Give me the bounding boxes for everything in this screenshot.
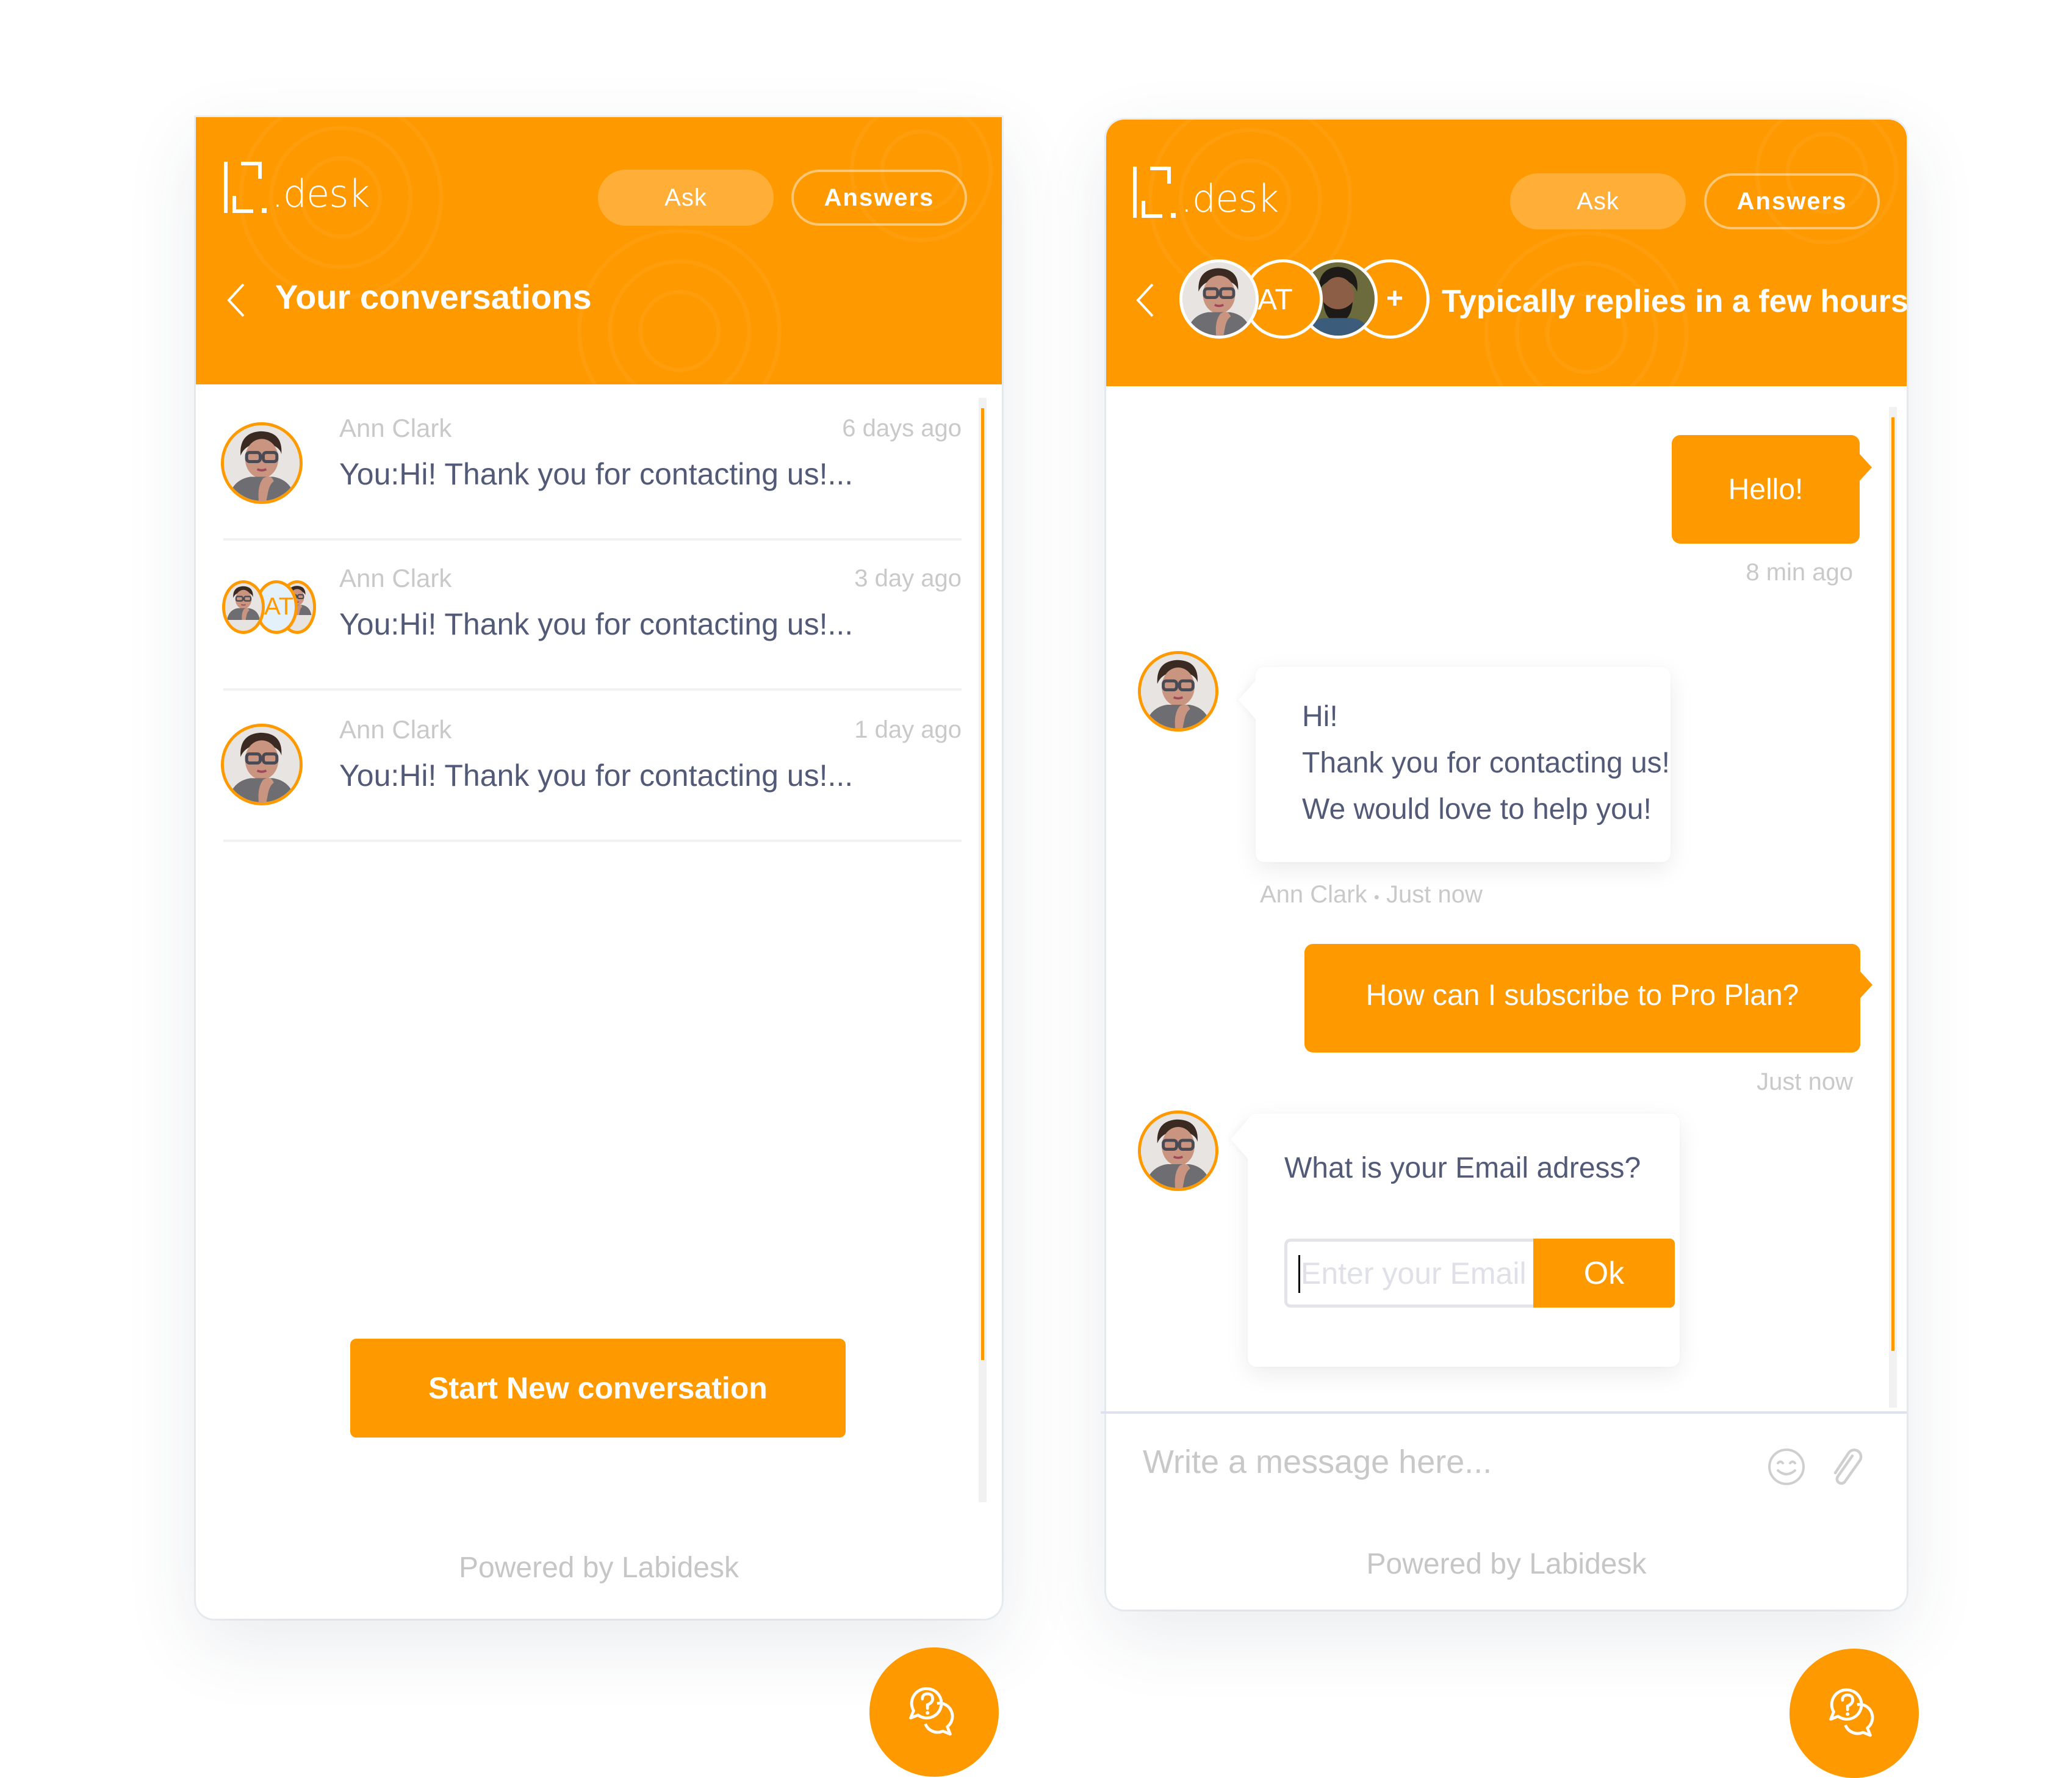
panel-header: .desk Ask Answers Your conversations [196,117,1002,384]
conversation-agent-name: Ann Clark [339,564,452,592]
agent-avatar [1138,651,1218,732]
help-chat-icon [905,1683,963,1741]
avatar-initials-text: AT [264,593,294,620]
bubble-tail [1231,1118,1249,1160]
email-question: What is your Email adress? [1284,1152,1641,1184]
tab-ask[interactable]: Ask [598,170,774,226]
message-time: Just now [1386,881,1483,908]
avatar [221,422,303,504]
message-author: Ann Clark [1260,881,1367,908]
message-time: 8 min ago [1746,559,1853,586]
message-text: Hello! [1728,473,1804,506]
message-line: We would love to help you! [1302,793,1652,826]
message-line: Thank you for contacting us! [1302,747,1670,779]
user-message: Hello! [1672,435,1872,544]
message-text: How can I subscribe to Pro Plan? [1365,979,1799,1012]
tab-ask-label: Ask [1577,187,1619,215]
more-agents-symbol: + [1386,283,1404,315]
meta-separator: • [1373,888,1380,906]
bubble-tail [1239,679,1257,721]
powered-by: Powered by Labidesk [459,1552,739,1584]
chevron-left-icon[interactable] [1133,282,1157,319]
scrollbar-thumb[interactable] [981,408,984,1360]
message-meta: Ann Clark • Just now [1260,881,1483,909]
bubble-tail [1858,453,1872,482]
reply-time-status: Typically replies in a few hours [1442,284,1907,319]
agent-message: Hi! Thank you for contacting us! We woul… [1239,667,1671,862]
tab-answers-label: Answers [824,184,935,211]
conversations-panel: .desk Ask Answers Your conversations Ann… [196,117,1002,1619]
tab-answers-label: Answers [1736,187,1847,215]
scrollbar-thumb[interactable] [1891,417,1894,1351]
message-input[interactable] [1143,1438,1753,1486]
labidesk-logo: .desk [1133,167,1279,221]
email-submit-label: Ok [1583,1255,1625,1291]
tab-answers[interactable]: Answers [791,170,967,226]
conversation-time: 1 day ago [854,716,962,743]
scrollbar[interactable] [979,398,987,1502]
message-time: Just now [1757,1068,1853,1095]
panel-header: .desk Ask Answers + AT Typically replies… [1106,120,1907,386]
powered-by: Powered by Labidesk [1366,1548,1647,1580]
conversation-item[interactable]: Ann Clark 6 days ago You:Hi! Thank you f… [221,391,962,541]
tab-ask-label: Ask [664,184,707,211]
conversation-time: 6 days ago [842,415,962,442]
conversation-item[interactable]: Ann Clark 1 day ago You:Hi! Thank you fo… [221,692,962,842]
email-input[interactable] [1287,1242,1533,1305]
chat-launcher-button[interactable] [869,1647,999,1777]
conversation-agent-name: Ann Clark [339,414,452,442]
chat-launcher-button[interactable] [1790,1649,1919,1778]
emoji-icon[interactable] [1767,1447,1806,1486]
help-chat-icon [1825,1684,1883,1743]
avatar [222,580,265,634]
conversation-preview: You:Hi! Thank you for contacting us!... [339,758,854,793]
chat-panel: .desk Ask Answers + AT Typically replies… [1101,120,1907,1610]
start-new-conversation-label: Start New conversation [428,1371,768,1405]
labidesk-logo: .desk [224,162,370,217]
divider [223,688,962,691]
text-caret [1298,1255,1300,1293]
message-line: Hi! [1302,700,1338,733]
tab-answers[interactable]: Answers [1704,173,1880,229]
avatar [221,724,303,805]
logo-text: .desk [272,171,370,216]
agent-avatar [1138,1110,1218,1191]
conversation-agent-name: Ann Clark [339,715,452,744]
agent-avatar [1179,259,1259,339]
email-submit-button[interactable]: Ok [1533,1239,1675,1308]
tab-ask[interactable]: Ask [1510,173,1686,229]
message-text: Hi! Thank you for contacting us! We woul… [1302,694,1670,833]
chevron-left-icon[interactable] [224,282,248,319]
conversation-preview: You:Hi! Thank you for contacting us!... [339,457,854,491]
conversation-preview: You:Hi! Thank you for contacting us!... [339,607,854,641]
conversation-time: 3 day ago [854,565,962,592]
scrollbar[interactable] [1889,407,1897,1408]
bubble-tail [1859,970,1872,999]
email-field[interactable] [1284,1239,1533,1308]
conversation-item[interactable]: AT Ann Clark 3 day ago You:Hi! Thank you… [222,541,962,691]
email-capture-card: What is your Email adress? Ok [1231,1114,1680,1367]
agent-initials: AT [1257,284,1293,316]
start-new-conversation-button[interactable]: Start New conversation [350,1339,846,1438]
divider [223,840,962,842]
paperclip-icon[interactable] [1829,1447,1865,1486]
logo-text: .desk [1181,176,1279,221]
composer-divider [1101,1411,1907,1414]
page-title: Your conversations [275,278,592,316]
user-message: How can I subscribe to Pro Plan? [1304,944,1872,1053]
